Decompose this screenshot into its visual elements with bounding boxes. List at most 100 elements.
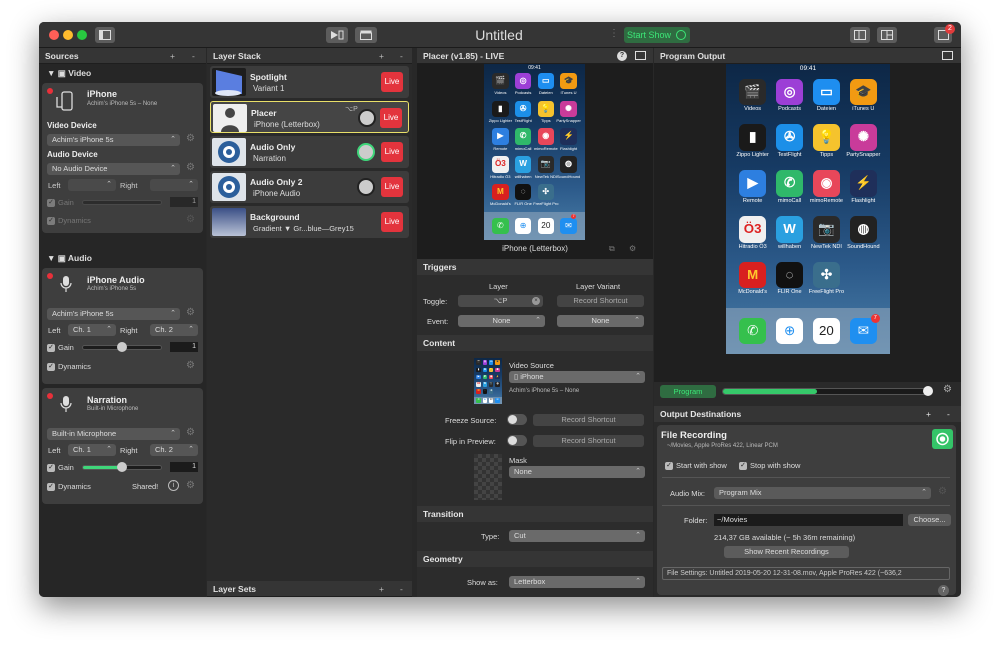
info-icon[interactable]: i [168,480,179,491]
placer-preview[interactable]: 09:41 🎬 Videos ◎ Podcasts ▭ Dateien 🎓 iTunes U ▮ Z… [417,64,653,268]
gain-value[interactable]: 1 [170,197,198,207]
dynamics-gear-icon[interactable]: ⚙ [186,360,195,371]
program-button[interactable]: Program [660,385,716,398]
clear-shortcut-icon[interactable]: × [532,297,540,305]
zoom-window-button[interactable] [77,30,87,40]
gain-checkbox[interactable]: ✓ [47,464,55,472]
program-level-knob[interactable] [923,386,933,396]
mask-select[interactable]: None [509,466,645,478]
dynamics-gear-icon[interactable]: ⚙ [186,480,195,491]
iphone-source-card[interactable]: iPhone Achim's iPhone 5s – None Video De… [42,83,203,233]
dynamics-checkbox[interactable]: ✓ [47,363,55,371]
record-button[interactable] [932,429,953,449]
add-layer-set-button[interactable]: + [379,581,384,597]
program-level-bar[interactable] [722,386,933,396]
close-window-button[interactable] [49,30,59,40]
clapper-button[interactable] [355,27,377,43]
help-icon[interactable]: ? [617,51,627,61]
left-channel-select[interactable] [68,179,116,191]
narration-device-select[interactable]: Built-in Microphone [47,428,180,440]
flip-preview-toggle[interactable] [507,435,527,446]
settings-gear-icon[interactable]: ⚙ [629,244,636,253]
left-channel-select[interactable]: Ch. 1 [68,324,116,336]
audio-group-header[interactable]: ▼ ▣ Audio [47,253,92,264]
layer-spotlight[interactable]: Spotlight Variant 1 Live [210,66,409,98]
audio-device-select[interactable]: No Audio Device [47,163,180,175]
video-source-select[interactable]: ▯ iPhone [509,371,645,383]
preview-transition-button[interactable] [326,27,348,43]
layout-left-button[interactable] [850,27,870,43]
gain-slider-knob[interactable] [117,342,127,352]
live-button[interactable]: Live [381,212,403,232]
layer-audio-only-2[interactable]: Audio Only 2 iPhone Audio Live [210,171,409,203]
gain-checkbox[interactable]: ✓ [47,199,55,207]
gain-value[interactable]: 1 [170,342,198,352]
remove-destination-button[interactable]: - [947,406,950,422]
detach-icon[interactable] [942,51,953,60]
layer-background[interactable]: Background Gradient ▼ Gr...blue—Grey15 L… [210,206,409,238]
live-button[interactable]: Live [380,108,402,128]
start-show-button[interactable]: Start Show [624,27,690,43]
transition-type-select[interactable]: Cut [509,530,645,542]
flip-record-shortcut[interactable]: Record Shortcut [533,435,644,447]
minimize-window-button[interactable] [63,30,73,40]
gain-slider[interactable] [82,200,162,205]
remove-layer-set-button[interactable]: - [400,581,403,597]
dynamics-gear-icon[interactable]: ⚙ [186,214,195,225]
freeze-record-shortcut[interactable]: Record Shortcut [533,414,644,426]
narration-card[interactable]: Narration Built-in Microphone Built-in M… [42,388,203,504]
audio-mix-select[interactable]: Program Mix [714,487,931,499]
duplicate-icon[interactable]: ⧉ [609,244,615,254]
sidebar-toggle-button[interactable] [95,27,115,43]
audio-settings-gear-icon[interactable]: ⚙ [186,162,195,173]
variant-event-select[interactable]: None [557,315,644,327]
folder-path-field[interactable]: ~/Movies [714,514,903,526]
right-channel-select[interactable]: Ch. 2 [150,324,198,336]
audio-gauge-icon[interactable] [358,109,376,127]
live-button[interactable]: Live [381,72,403,92]
show-recent-recordings-button[interactable]: Show Recent Recordings [724,546,849,558]
add-layer-button[interactable]: + [379,48,384,64]
audio-gauge-icon[interactable] [357,178,375,196]
gain-slider-knob[interactable] [117,462,127,472]
program-settings-gear-icon[interactable]: ⚙ [943,384,952,395]
video-settings-gear-icon[interactable]: ⚙ [186,133,195,144]
detach-icon[interactable] [635,51,646,60]
dynamics-checkbox[interactable]: ✓ [47,483,55,491]
live-button[interactable]: Live [381,142,403,162]
gain-slider[interactable] [82,462,162,472]
variant-record-shortcut[interactable]: Record Shortcut [557,295,644,307]
remove-source-button[interactable]: - [192,48,195,64]
iphone-audio-gear-icon[interactable]: ⚙ [186,307,195,318]
left-channel-select[interactable]: Ch. 1 [68,444,116,456]
layout-grid-button[interactable] [877,27,897,43]
help-icon[interactable]: ? [938,585,949,596]
start-with-show-checkbox[interactable]: ✓ [665,462,673,470]
remove-layer-button[interactable]: - [400,48,403,64]
right-channel-select[interactable] [150,179,198,191]
freeze-source-toggle[interactable] [507,414,527,425]
stop-with-show-checkbox[interactable]: ✓ [739,462,747,470]
file-settings-field[interactable]: File Settings: Untitled 2019-05-20 12-31… [662,567,950,580]
layer-event-select[interactable]: None [458,315,545,327]
right-channel-select[interactable]: Ch. 2 [150,444,198,456]
video-device-select[interactable]: Achim's iPhone 5s [47,134,180,146]
gain-value[interactable]: 1 [170,462,198,472]
choose-folder-button[interactable]: Choose... [908,514,951,526]
iphone-audio-device-select[interactable]: Achim's iPhone 5s [47,308,180,320]
toggle-shortcut-field[interactable]: ⌥P × [458,295,543,307]
layer-audio-only[interactable]: Audio Only Narration Live [210,136,409,168]
narration-gear-icon[interactable]: ⚙ [186,427,195,438]
add-destination-button[interactable]: + [926,406,931,422]
layer-placer[interactable]: Placer iPhone (Letterbox) ⌥P Live [210,101,409,133]
show-as-select[interactable]: Letterbox [509,576,645,588]
iphone-audio-card[interactable]: iPhone Audio Achim's iPhone 5s Achim's i… [42,268,203,384]
add-source-button[interactable]: + [170,48,175,64]
live-button[interactable]: Live [381,177,403,197]
dynamics-checkbox[interactable]: ✓ [47,217,55,225]
file-recording-card[interactable]: File Recording ~/Movies, Apple ProRes 42… [657,425,956,596]
video-group-header[interactable]: ▼ ▣ Video [47,68,91,79]
gain-slider[interactable] [82,342,162,352]
audio-gauge-icon[interactable] [357,143,375,161]
audio-mix-gear-icon[interactable]: ⚙ [938,486,947,497]
